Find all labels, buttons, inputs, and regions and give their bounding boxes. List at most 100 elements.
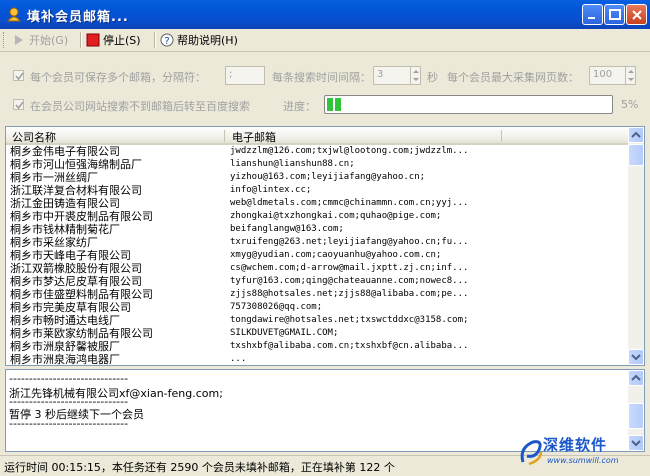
email-cell: info@lintex.cc;: [230, 185, 312, 195]
title-bar[interactable]: 填补会员邮箱...: [0, 0, 650, 29]
interval-stepper[interactable]: 3: [373, 66, 421, 85]
table-row[interactable]: 桐乡市佳盛塑料制品有限公司 zjjs88@hotsales.net;zjjs88@…: [6, 288, 628, 301]
toolbar-separator: [154, 32, 156, 48]
help-label: 帮助说明(H): [177, 34, 238, 47]
table-row[interactable]: 浙江联洋复合材料有限公司 info@lintex.cc;: [6, 184, 628, 197]
email-cell: lianshun@lianshun88.cn;: [230, 159, 355, 169]
company-name-cell: 桐乡市梦达尼皮草有限公司: [10, 275, 142, 288]
arrow-up-icon: [631, 374, 641, 381]
email-cell: 757308026@qq.com;: [230, 302, 323, 312]
scroll-up-button[interactable]: [628, 127, 644, 143]
company-name-cell: 桐乡市一洲丝绸厂: [10, 171, 98, 184]
email-cell: web@ldmetals.com;cmmc@chinammn.com.cn;yy…: [230, 198, 469, 208]
search-interval-label: 每条搜索时间间隔：: [272, 71, 371, 84]
column-header-email[interactable]: 电子邮箱: [232, 129, 276, 145]
company-name-cell: 桐乡市中开裘皮制品有限公司: [10, 210, 153, 223]
max-pages-value: 100: [593, 69, 613, 80]
list-scrollbar[interactable]: [628, 127, 644, 365]
toolbar: 开始(G) 停止(S) ? 帮助说明(H): [0, 29, 650, 52]
email-cell: cs@wchem.com;d-arrow@mail.jxptt.zj.cn;in…: [230, 263, 469, 273]
company-name-cell: 桐乡市钱林精制菊花厂: [10, 223, 120, 236]
table-row[interactable]: 浙江双箭橡胶股份有限公司 cs@wchem.com;d-arrow@mail.jx…: [6, 262, 628, 275]
help-button[interactable]: ? 帮助说明(H): [160, 31, 238, 49]
table-row[interactable]: 桐乡市钱林精制菊花厂 beifanglangw@163.com;: [6, 223, 628, 236]
table-row[interactable]: 桐乡市中开裘皮制品有限公司 zhongkai@txzhongkai.com;quh…: [6, 210, 628, 223]
brand-url: www.sumwill.com: [547, 456, 619, 465]
column-header-company[interactable]: 公司名称: [12, 129, 56, 145]
separator-field[interactable]: ;: [225, 66, 265, 85]
toolbar-separator: [80, 32, 82, 48]
table-row[interactable]: 桐乡市莱欧家纺制品有限公司 SILKDUVET@GMAIL.COM;: [6, 327, 628, 340]
email-cell: SILKDUVET@GMAIL.COM;: [230, 328, 339, 338]
table-row[interactable]: 桐乡市一洲丝绸厂 yizhou@163.com;leyijiafang@yahoo…: [6, 171, 628, 184]
max-pages-stepper[interactable]: 100: [589, 66, 636, 85]
toolbar-grip[interactable]: [3, 32, 7, 48]
column-separator[interactable]: [224, 130, 225, 142]
multi-email-checkbox[interactable]: [13, 70, 24, 81]
company-name-cell: 桐乡市畅时通达电线厂: [10, 314, 120, 327]
table-row[interactable]: 桐乡市采丝家纺厂 txruifeng@263.net;leyijiafang@ya…: [6, 236, 628, 249]
window-title: 填补会员邮箱...: [27, 10, 129, 25]
multi-email-label: 每个会员可保存多个邮箱，分隔符：: [30, 71, 206, 84]
checkmark-icon: [15, 101, 24, 110]
column-separator[interactable]: [501, 130, 502, 142]
email-cell: txshxbf@alibaba.com.cn;txshxbf@cn.alibab…: [230, 341, 469, 351]
scroll-up-button[interactable]: [628, 370, 644, 386]
scroll-down-button[interactable]: [628, 349, 644, 365]
start-button[interactable]: 开始(G): [12, 31, 68, 49]
email-cell: tongdawire@hotsales.net;txswctddxc@3158.…: [230, 315, 469, 325]
baidu-fallback-checkbox[interactable]: [13, 99, 24, 110]
log-line: ------------------------------: [9, 417, 129, 430]
table-row[interactable]: 桐乡市畅时通达电线厂 tongdawire@hotsales.net;txswct…: [6, 314, 628, 327]
member-email-list[interactable]: 公司名称 电子邮箱 桐乡金伟电子有限公司 jwdzzlm@126.com;txjw…: [5, 126, 645, 366]
status-text: 运行时间 00:15:15，本任务还有 2590 个会员未填补邮箱，正在填补第 …: [4, 461, 395, 474]
arrow-up-icon: [631, 131, 641, 138]
interval-spin[interactable]: [410, 67, 421, 84]
table-row[interactable]: 桐乡市完美皮草有限公司 757308026@qq.com;: [6, 301, 628, 314]
email-cell: zjjs88@hotsales.net;zjjs88@alibaba.com;p…: [230, 289, 469, 299]
progress-fill: [327, 98, 341, 111]
help-icon: ?: [160, 33, 174, 47]
minimize-icon: [588, 17, 595, 19]
stop-label: 停止(S): [103, 34, 141, 47]
maximize-button[interactable]: [604, 4, 625, 25]
company-name-cell: 浙江双箭橡胶股份有限公司: [10, 262, 142, 275]
company-name-cell: 桐乡市河山恒强海绵制品厂: [10, 158, 142, 171]
table-row[interactable]: 桐乡市天峰电子有限公司 xmyg@yudian.com;caoyuanhu@yah…: [6, 249, 628, 262]
email-cell: ...: [230, 354, 247, 364]
company-name-cell: 浙江金田铸造有限公司: [10, 197, 120, 210]
table-row[interactable]: 桐乡市洲泉舒馨被服厂 txshxbf@alibaba.com.cn;txshxbf…: [6, 340, 628, 353]
app-icon: [6, 7, 22, 22]
max-pages-spin[interactable]: [625, 67, 636, 84]
stop-icon: [86, 33, 100, 47]
max-pages-label: 每个会员最大采集网页数：: [447, 71, 579, 84]
progress-percent: 5%: [621, 98, 639, 111]
maximize-icon: [609, 9, 621, 20]
table-row[interactable]: 桐乡市洲泉海鸿电器厂...: [6, 353, 628, 365]
scroll-thumb[interactable]: [628, 403, 644, 429]
table-row[interactable]: 桐乡市梦达尼皮草有限公司 tyfur@163.com;qing@chateauan…: [6, 275, 628, 288]
brand-logo: 深维软件 www.sumwill.com: [519, 432, 647, 474]
company-name-cell: 桐乡市佳盛塑料制品有限公司: [10, 288, 153, 301]
brand-name: 深维软件: [543, 436, 608, 454]
play-icon: [15, 35, 23, 45]
table-row[interactable]: 桐乡金伟电子有限公司 jwdzzlm@126.com;txjwl@lootong.…: [6, 145, 628, 158]
start-label: 开始(G): [29, 34, 69, 47]
company-name-cell: 浙江联洋复合材料有限公司: [10, 184, 142, 197]
arrow-down-icon: [631, 354, 641, 361]
email-cell: xmyg@yudian.com;caoyuanhu@yahoo.com.cn;: [230, 250, 442, 260]
list-rows: 桐乡金伟电子有限公司 jwdzzlm@126.com;txjwl@lootong.…: [6, 145, 628, 365]
table-row[interactable]: 浙江金田铸造有限公司 web@ldmetals.com;cmmc@chinammn…: [6, 197, 628, 210]
close-button[interactable]: [626, 4, 647, 25]
table-row[interactable]: 桐乡市河山恒强海绵制品厂 lianshun@lianshun88.cn;: [6, 158, 628, 171]
checkmark-icon: [15, 72, 24, 81]
spin-arrows-icon: [628, 70, 634, 81]
seconds-unit: 秒: [427, 71, 438, 84]
company-name-cell: 桐乡市洲泉舒馨被服厂: [10, 340, 120, 353]
email-cell: beifanglangw@163.com;: [230, 224, 344, 234]
stop-button[interactable]: 停止(S): [86, 31, 141, 49]
minimize-button[interactable]: [582, 4, 603, 25]
company-name-cell: 桐乡市天峰电子有限公司: [10, 249, 131, 262]
email-cell: zhongkai@txzhongkai.com;quhao@pige.com;: [230, 211, 442, 221]
scroll-thumb[interactable]: [628, 144, 644, 166]
